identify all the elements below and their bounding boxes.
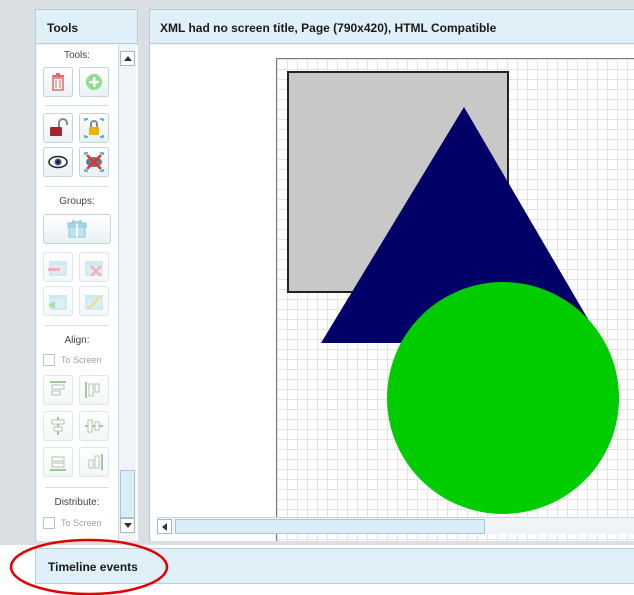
annotation-ring: [9, 538, 169, 595]
annotation-ellipse: [9, 538, 169, 595]
